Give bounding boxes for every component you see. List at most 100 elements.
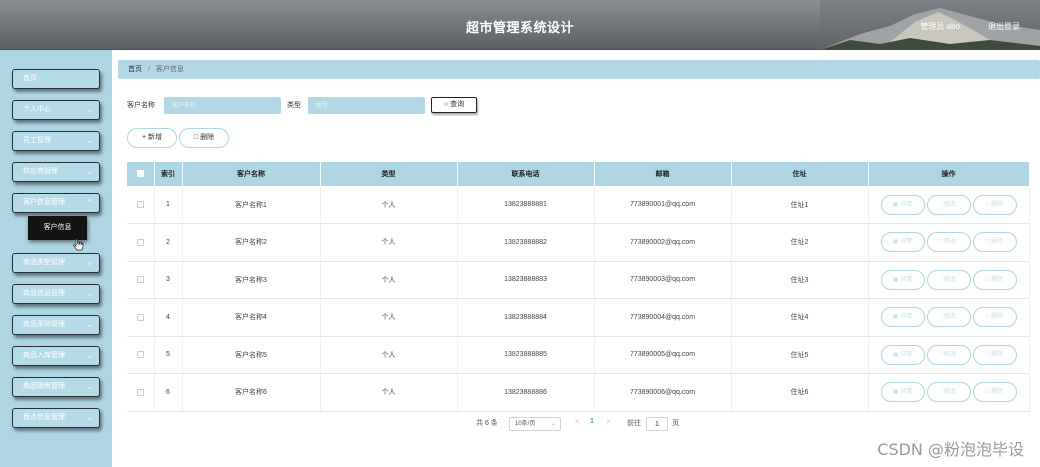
sidebar-item-label: 商品采购管理	[23, 321, 65, 328]
detail-button[interactable]: ▣ 详情	[880, 382, 925, 403]
document-icon: ▣	[892, 201, 899, 208]
breadcrumb-home[interactable]: 首页	[128, 66, 142, 73]
select-all-checkbox[interactable]	[136, 170, 144, 178]
chevron-down-icon: ⌄	[86, 167, 93, 176]
edit-label: 修改	[943, 239, 956, 246]
delete-button[interactable]: □ 删除	[972, 307, 1017, 328]
delete-button[interactable]: □ 删除	[972, 269, 1017, 290]
edit-button[interactable]: ∕ 修改	[926, 382, 971, 403]
sidebar-item-label: 商品信息管理	[23, 290, 65, 297]
type-input[interactable]	[308, 97, 425, 114]
edit-label: 修改	[943, 314, 956, 321]
trash-icon: □	[985, 276, 990, 283]
plus-icon: +	[141, 134, 147, 141]
cell-phone: 13823888884	[457, 298, 595, 337]
chevron-down-icon: ⌄	[86, 136, 93, 145]
sidebar-item-suppliers[interactable]: 供应商管理 ⌄	[12, 162, 100, 182]
query-button-label: 查询	[450, 101, 465, 108]
next-page-button[interactable]: >	[606, 417, 611, 426]
query-button[interactable]: ○ 查询	[431, 97, 477, 113]
row-checkbox[interactable]	[136, 200, 144, 208]
column-header-type: 类型	[320, 162, 458, 186]
add-button[interactable]: + 新增	[127, 128, 177, 148]
row-checkbox[interactable]	[136, 351, 144, 359]
column-header-index: 索引	[154, 162, 183, 186]
sidebar-item-home[interactable]: 首页	[12, 69, 100, 89]
pencil-icon: ∕	[941, 314, 943, 321]
detail-button[interactable]: ▣ 详情	[880, 307, 925, 328]
sidebar-item-label: 首页	[23, 75, 37, 82]
edit-button[interactable]: ∕ 修改	[926, 307, 971, 328]
sidebar-item-purchasing[interactable]: 商品采购管理 ⌄	[12, 315, 100, 335]
row-checkbox[interactable]	[136, 238, 144, 246]
row-select-cell	[127, 186, 155, 224]
sidebar-item-staff[interactable]: 员工管理 ⌄	[12, 131, 100, 151]
page-size-select[interactable]: 10条/页 ⌄	[509, 417, 561, 431]
edit-button[interactable]: ∕ 修改	[926, 232, 971, 253]
pencil-icon: ∕	[941, 389, 943, 396]
cell-ops: ▣ 详情 ∕ 修改 □ 删除	[868, 336, 1030, 374]
logout-link[interactable]: 退出登录	[988, 21, 1020, 32]
table-row: 1 客户名称1 个人 13823888881 773890001@qq.com …	[127, 186, 1030, 224]
top-header: 超市管理系统设计 管理员 abo 退出登录	[0, 0, 1040, 50]
sidebar-item-stock-in[interactable]: 商品入库管理 ⌄	[12, 346, 100, 366]
column-header-address: 住址	[731, 162, 869, 186]
row-checkbox[interactable]	[136, 276, 144, 284]
chevron-down-icon: ⌄	[86, 258, 93, 267]
hand-cursor-icon	[73, 238, 84, 251]
breadcrumb-current: 客户信息	[155, 66, 184, 73]
customer-table: 索引 客户名称 类型 联系电话 邮箱 住址 操作 1 客户名称1 个人 1382…	[127, 162, 1030, 412]
sidebar-item-product-info[interactable]: 商品信息管理 ⌄	[12, 284, 100, 304]
sidebar-item-label: 员工管理	[23, 137, 51, 144]
edit-label: 修改	[943, 351, 956, 358]
sidebar-item-label: 商品类型管理	[23, 259, 65, 266]
row-select-cell	[127, 336, 155, 374]
delete-button[interactable]: □ 删除	[972, 232, 1017, 253]
cell-ops: ▣ 详情 ∕ 修改 □ 删除	[868, 298, 1030, 337]
chevron-down-icon: ⌄	[550, 421, 556, 427]
sidebar-item-product-types[interactable]: 商品类型管理 ⌄	[12, 253, 100, 273]
detail-button[interactable]: ▣ 详情	[880, 232, 925, 253]
customer-name-input[interactable]	[164, 97, 281, 114]
cell-email: 773890001@qq.com	[594, 186, 732, 224]
type-label: 类型	[287, 102, 301, 109]
delete-button[interactable]: □ 删除	[972, 194, 1017, 215]
edit-button[interactable]: ∕ 修改	[926, 344, 971, 365]
delete-label: 删除	[991, 389, 1004, 396]
chevron-down-icon: ⌄	[86, 289, 93, 298]
column-header-email: 邮箱	[594, 162, 732, 186]
cell-name: 客户名称5	[182, 336, 321, 374]
sidebar-item-sales[interactable]: 商品销售管理 ⌄	[12, 377, 100, 397]
edit-label: 修改	[943, 276, 956, 283]
detail-button[interactable]: ▣ 详情	[880, 344, 925, 365]
row-select-cell	[127, 223, 155, 262]
cell-index: 1	[154, 186, 183, 224]
pencil-icon: ∕	[941, 351, 943, 358]
row-checkbox[interactable]	[136, 313, 144, 321]
delete-button[interactable]: □ 删除	[972, 382, 1017, 403]
sidebar-item-customers[interactable]: 客户信息管理 ⌃	[12, 193, 100, 213]
trash-icon: □	[985, 351, 990, 358]
search-icon: ○	[443, 101, 449, 108]
chevron-down-icon: ⌄	[86, 413, 93, 422]
sidebar: 首页 个人中心 ⌄ 员工管理 ⌄ 供应商管理 ⌄ 客户信息管理 ⌃ 客户信息 商…	[0, 50, 112, 467]
sidebar-item-personal-center[interactable]: 个人中心 ⌄	[12, 100, 100, 120]
detail-label: 详情	[900, 389, 913, 396]
edit-button[interactable]: ∕ 修改	[926, 194, 971, 215]
cell-phone: 13823888885	[457, 336, 595, 374]
delete-button[interactable]: □ 删除	[972, 344, 1017, 365]
detail-button[interactable]: ▣ 详情	[880, 269, 925, 290]
cell-email: 773890005@qq.com	[594, 336, 732, 374]
submenu-item-customer-info[interactable]: 客户信息	[28, 216, 87, 240]
prev-page-button[interactable]: <	[575, 417, 580, 426]
cell-address: 住址6	[731, 373, 869, 412]
goto-page-input[interactable]	[646, 417, 668, 431]
cell-index: 5	[154, 336, 183, 374]
edit-button[interactable]: ∕ 修改	[926, 269, 971, 290]
batch-delete-button[interactable]: □ 删除	[179, 128, 229, 148]
detail-button[interactable]: ▣ 详情	[880, 194, 925, 215]
page-number-current[interactable]: 1	[590, 418, 594, 425]
cell-email: 773890004@qq.com	[594, 298, 732, 337]
row-checkbox[interactable]	[136, 388, 144, 396]
sidebar-item-inventory-check[interactable]: 盘点信息管理 ⌄	[12, 408, 100, 428]
